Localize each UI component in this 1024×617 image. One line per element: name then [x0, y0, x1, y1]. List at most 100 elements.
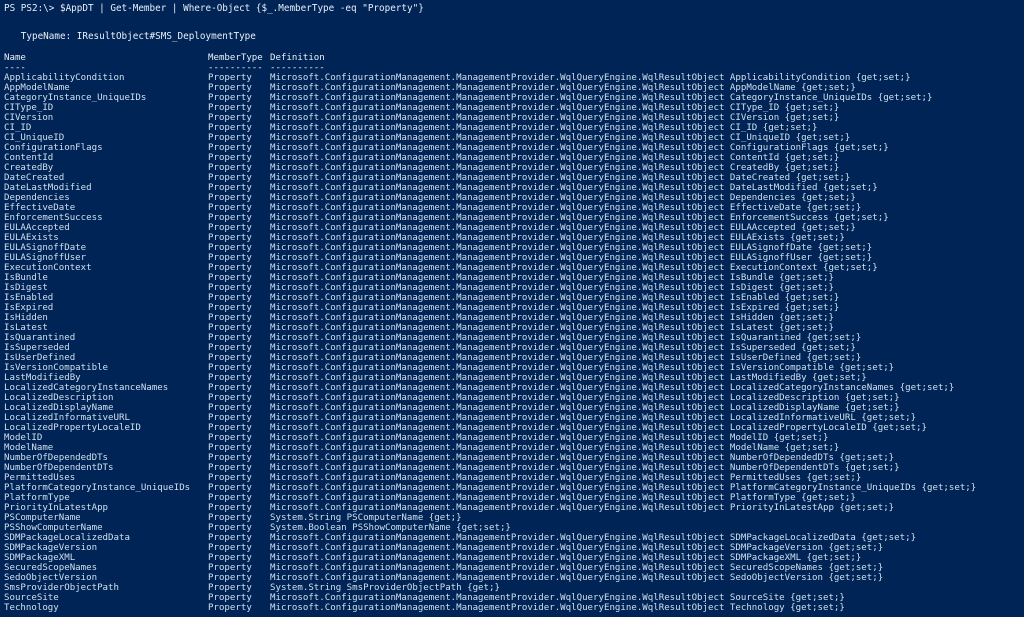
cell-definition: Microsoft.ConfigurationManagement.Manage…: [270, 273, 834, 283]
cell-name: IsBundle: [4, 273, 48, 283]
cell-definition: Microsoft.ConfigurationManagement.Manage…: [270, 233, 845, 243]
cell-name: IsSuperseded: [4, 343, 70, 353]
cell-name: ContentId: [4, 153, 54, 163]
column-header-name: Name: [4, 53, 26, 63]
cell-definition: Microsoft.ConfigurationManagement.Manage…: [270, 203, 862, 213]
table-row: ModelID Property Microsoft.ConfigurationMa…: [4, 433, 1020, 443]
cell-name: LocalizedDescription: [4, 393, 114, 403]
cell-membertype: Property: [208, 283, 252, 293]
cell-name: ApplicabilityCondition: [4, 73, 125, 83]
cell-membertype: Property: [208, 603, 252, 613]
cell-definition: Microsoft.ConfigurationManagement.Manage…: [270, 113, 840, 123]
table-row: IsSuperseded Property Microsoft.Configurat…: [4, 343, 1020, 353]
cell-membertype: Property: [208, 503, 252, 513]
table-row: CI_UniqueID Property Microsoft.Configurati…: [4, 133, 1020, 143]
cell-name: IsDigest: [4, 283, 48, 293]
cell-membertype: Property: [208, 543, 252, 553]
cell-membertype: Property: [208, 453, 252, 463]
table-row: EULAExists Property Microsoft.Configuratio…: [4, 233, 1020, 243]
typename-header: TypeName: IResultObject#SMS_DeploymentTy…: [4, 31, 256, 42]
cell-definition: Microsoft.ConfigurationManagement.Manage…: [270, 483, 977, 493]
cell-name: EffectiveDate: [4, 203, 76, 213]
table-row: IsLatest Property Microsoft.ConfigurationM…: [4, 323, 1020, 333]
member-table: Name MemberType Definition ---- --------…: [4, 53, 1020, 613]
cell-definition: Microsoft.ConfigurationManagement.Manage…: [270, 243, 873, 253]
cell-name: IsExpired: [4, 303, 54, 313]
table-row: IsHidden Property Microsoft.ConfigurationM…: [4, 313, 1020, 323]
cell-name: LocalizedPropertyLocaleID: [4, 423, 141, 433]
cell-membertype: Property: [208, 273, 252, 283]
table-row: NumberOfDependedDTs Property Microsoft.Con…: [4, 453, 1020, 463]
cell-definition: Microsoft.ConfigurationManagement.Manage…: [270, 353, 862, 363]
cell-definition: Microsoft.ConfigurationManagement.Manage…: [270, 213, 889, 223]
cell-name: CreatedBy: [4, 163, 54, 173]
cell-membertype: Property: [208, 293, 252, 303]
cell-membertype: Property: [208, 233, 252, 243]
cell-membertype: Property: [208, 133, 252, 143]
cell-name: SDMPackageLocalizedData: [4, 533, 130, 543]
cell-membertype: Property: [208, 483, 252, 493]
cell-membertype: Property: [208, 153, 252, 163]
cell-membertype: Property: [208, 553, 252, 563]
cell-membertype: Property: [208, 433, 252, 443]
table-row: CreatedBy Property Microsoft.Configuration…: [4, 163, 1020, 173]
cell-name: ExecutionContext: [4, 263, 92, 273]
cell-membertype: Property: [208, 393, 252, 403]
cell-membertype: Property: [208, 583, 252, 593]
cell-definition: Microsoft.ConfigurationManagement.Manage…: [270, 283, 834, 293]
cell-name: SecuredScopeNames: [4, 563, 98, 573]
cell-membertype: Property: [208, 413, 252, 423]
table-row: LastModifiedBy Property Microsoft.Configur…: [4, 373, 1020, 383]
cell-membertype: Property: [208, 203, 252, 213]
cell-name: PriorityInLatestApp: [4, 503, 109, 513]
cell-definition: Microsoft.ConfigurationManagement.Manage…: [270, 603, 845, 613]
table-row: LocalizedDisplayName Property Microsoft.Co…: [4, 403, 1020, 413]
cell-definition: Microsoft.ConfigurationManagement.Manage…: [270, 423, 927, 433]
table-row: EffectiveDate Property Microsoft.Configura…: [4, 203, 1020, 213]
table-rows-container: ApplicabilityCondition Property Microsoft.…: [4, 73, 1020, 613]
powershell-console-window[interactable]: PS PS2:\> $AppDT | Get-Member | Where-Ob…: [0, 0, 1024, 617]
cell-definition: Microsoft.ConfigurationManagement.Manage…: [270, 383, 955, 393]
table-row: CIType_ID Property Microsoft.Configuration…: [4, 103, 1020, 113]
cell-definition: Microsoft.ConfigurationManagement.Manage…: [270, 543, 884, 553]
cell-name: SmsProviderObjectPath: [4, 583, 119, 593]
cell-membertype: Property: [208, 83, 252, 93]
cell-membertype: Property: [208, 343, 252, 353]
table-row: ApplicabilityCondition Property Microsoft.…: [4, 73, 1020, 83]
table-row: SmsProviderObjectPath Property System.Stri…: [4, 583, 1020, 593]
table-row: PermittedUses Property Microsoft.Configura…: [4, 473, 1020, 483]
table-row: SDMPackageXML Property Microsoft.Configura…: [4, 553, 1020, 563]
table-row: PSComputerName Property System.String PSCo…: [4, 513, 1020, 523]
cell-membertype: Property: [208, 353, 252, 363]
cell-definition: Microsoft.ConfigurationManagement.Manage…: [270, 343, 856, 353]
cell-membertype: Property: [208, 533, 252, 543]
cell-membertype: Property: [208, 123, 252, 133]
cell-membertype: Property: [208, 243, 252, 253]
cell-name: LocalizedInformativeURL: [4, 413, 130, 423]
underline-name: ----: [4, 63, 26, 73]
table-row: ContentId Property Microsoft.Configuration…: [4, 153, 1020, 163]
cell-membertype: Property: [208, 523, 252, 533]
table-row: Dependencies Property Microsoft.Configurat…: [4, 193, 1020, 203]
cell-name: PSComputerName: [4, 513, 81, 523]
table-row: AppModelName Property Microsoft.Configurat…: [4, 83, 1020, 93]
cell-name: CIType_ID: [4, 103, 54, 113]
cell-name: CIVersion: [4, 113, 54, 123]
cell-name: Technology: [4, 603, 59, 613]
cell-definition: Microsoft.ConfigurationManagement.Manage…: [270, 493, 856, 503]
cell-definition: Microsoft.ConfigurationManagement.Manage…: [270, 373, 867, 383]
table-row: IsBundle Property Microsoft.ConfigurationM…: [4, 273, 1020, 283]
cell-definition: Microsoft.ConfigurationManagement.Manage…: [270, 413, 917, 423]
cell-name: SedoObjectVersion: [4, 573, 98, 583]
underline-definition: ----------: [270, 63, 325, 73]
cell-membertype: Property: [208, 463, 252, 473]
cell-definition: Microsoft.ConfigurationManagement.Manage…: [270, 103, 840, 113]
cell-definition: Microsoft.ConfigurationManagement.Manage…: [270, 253, 873, 263]
table-row: DateLastModified Property Microsoft.Config…: [4, 183, 1020, 193]
table-header-row: Name MemberType Definition: [4, 53, 1020, 63]
column-header-definition: Definition: [270, 53, 325, 63]
cell-definition: Microsoft.ConfigurationManagement.Manage…: [270, 473, 862, 483]
cell-definition: Microsoft.ConfigurationManagement.Manage…: [270, 303, 840, 313]
cell-definition: Microsoft.ConfigurationManagement.Manage…: [270, 263, 878, 273]
table-row: SourceSite Property Microsoft.Configuratio…: [4, 593, 1020, 603]
